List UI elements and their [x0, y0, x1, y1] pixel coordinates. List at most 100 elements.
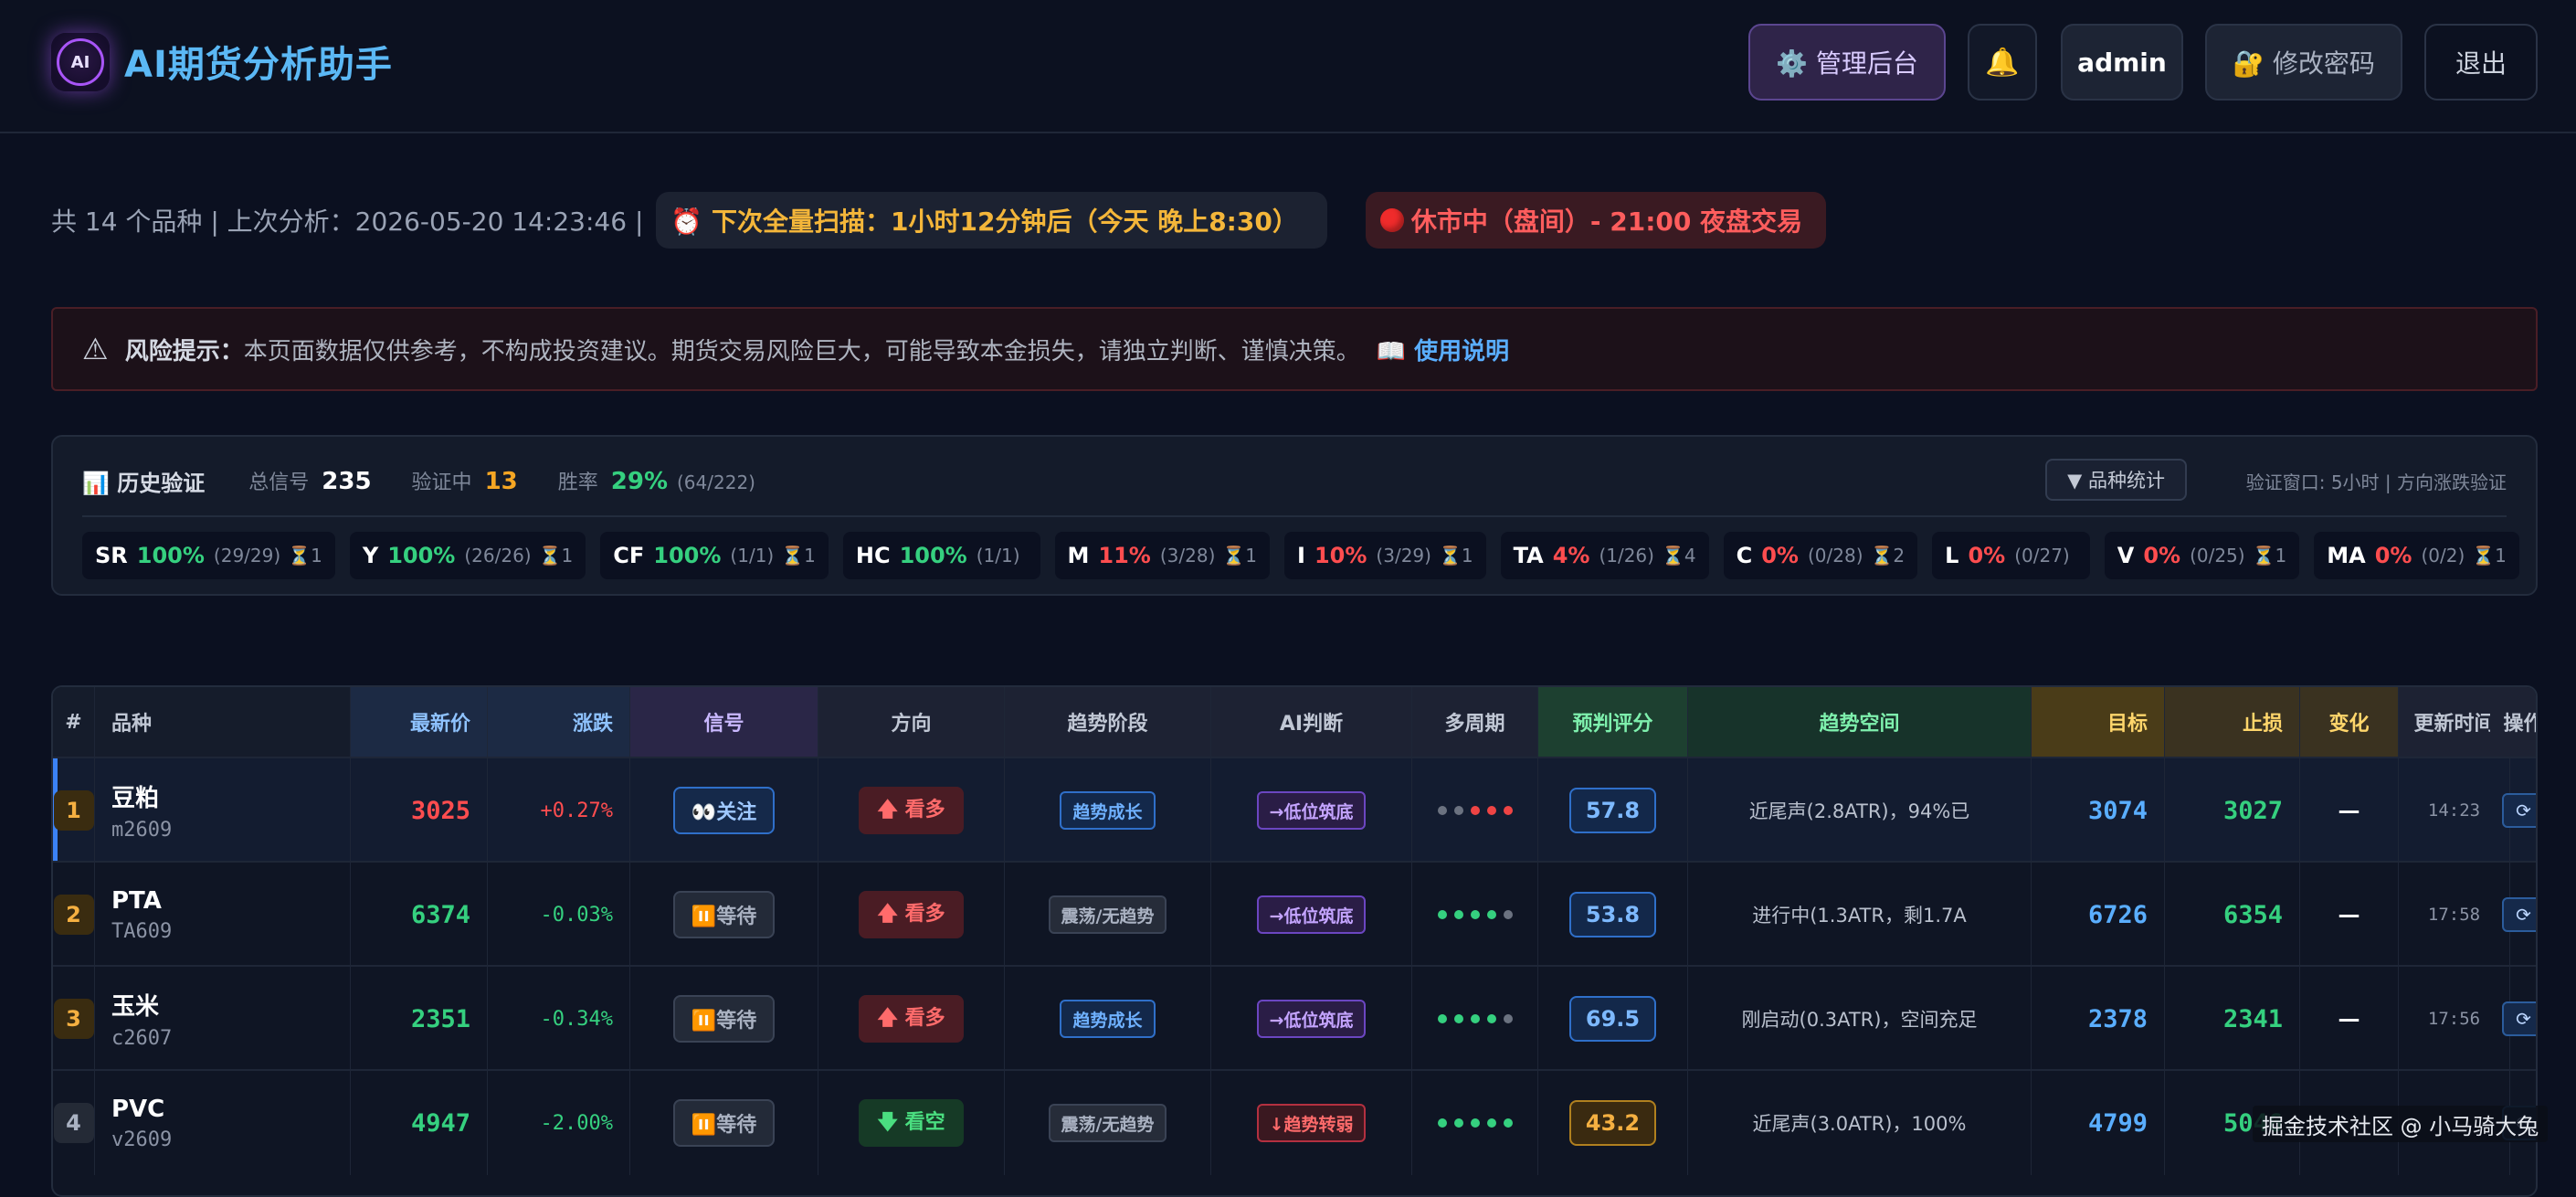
chip-code: C: [1736, 543, 1753, 568]
rank-badge: 1: [53, 790, 94, 831]
chip-fraction: (26/26): [464, 545, 532, 567]
period-dot-icon: [1503, 1118, 1513, 1128]
chip-code: TA: [1513, 543, 1544, 568]
multi-period-dots: [1434, 1118, 1516, 1128]
cell-idx: 3: [53, 967, 95, 1071]
cell-space: 近尾声(2.8ATR)，94%已: [1688, 758, 2032, 863]
stop-loss-price: 2341: [2222, 1004, 2283, 1033]
signal-badge[interactable]: ⏸️等待: [672, 995, 776, 1043]
refresh-icon[interactable]: ⟳: [2501, 793, 2536, 828]
column-header-price: 最新价: [351, 687, 488, 757]
chip-pending-count: ⏳1: [1222, 545, 1258, 567]
bell-icon[interactable]: 🔔: [1968, 24, 2037, 101]
period-dot-icon: [1470, 1014, 1480, 1023]
signal-badge[interactable]: ⏸️等待: [672, 891, 776, 938]
cell-score: 69.5: [1538, 967, 1688, 1071]
period-dot-icon: [1503, 806, 1513, 815]
logout-button[interactable]: 退出: [2424, 24, 2538, 101]
cell-space: 近尾声(3.0ATR)，100%: [1688, 1071, 2032, 1175]
cell-price: 4947: [351, 1071, 488, 1175]
chip-fraction: (1/1): [730, 545, 775, 567]
cell-signal: ⏸️等待: [630, 967, 818, 1071]
variety-chip: TA 4% (1/26) ⏳4: [1500, 532, 1709, 579]
cell-stage: 趋势成长: [1005, 758, 1211, 863]
variety-chip: V 0% (0/25) ⏳1: [2104, 532, 2300, 579]
change-indicator: —: [2338, 798, 2360, 823]
trend-stage-badge: 趋势成长: [1060, 1000, 1156, 1038]
table-row[interactable]: 4 PVC v2609 4947 -2.00% ⏸️等待 🡇 看空 震荡/无趋势 ↓趋势转弱 43…: [53, 1069, 2536, 1175]
winrate-stat: 胜率 29% (64/222): [558, 466, 755, 495]
prediction-score: 43.2: [1568, 1100, 1657, 1146]
refresh-icon[interactable]: ⟳: [2501, 897, 2536, 932]
latest-price: 2351: [410, 1004, 470, 1033]
prediction-score: 53.8: [1568, 892, 1657, 937]
variety-chip: Y 100% (26/26) ⏳1: [349, 532, 586, 579]
stop-loss-price: 6354: [2222, 900, 2283, 929]
user-button[interactable]: admin: [2061, 24, 2183, 101]
divider: [82, 515, 2507, 517]
cell-direction: 🡅 看多: [818, 967, 1005, 1071]
variety-chip: SR 100% (29/29) ⏳1: [82, 532, 335, 579]
table-row[interactable]: 2 PTA TA609 6374 -0.03% ⏸️等待 🡅 看多 震荡/无趋势 →低位筑底 53…: [53, 861, 2536, 967]
cell-score: 57.8: [1538, 758, 1688, 863]
trend-space-text: 近尾声(3.0ATR)，100%: [1752, 1113, 1967, 1135]
winrate-label: 胜率: [557, 471, 598, 494]
cell-action: ⟳: [2490, 863, 2536, 967]
change-password-button[interactable]: 🔐 修改密码: [2205, 24, 2402, 101]
target-price: 6726: [2087, 900, 2148, 929]
variety-chip: M 11% (3/28) ⏳1: [1054, 532, 1271, 579]
risk-warning-banner: ⚠ 风险提示： 本页面数据仅供参考，不构成投资建议。期货交易风险巨大，可能导致本…: [51, 307, 2538, 391]
chip-fraction: (0/25): [2190, 545, 2245, 567]
column-header-stage: 趋势阶段: [1005, 687, 1211, 757]
cell-signal: 👀关注: [630, 758, 818, 863]
column-header-direction: 方向: [818, 687, 1005, 757]
variety-chip: C 0% (0/28) ⏳2: [1723, 532, 1918, 579]
variety-stats-toggle[interactable]: ▼ 品种统计: [2045, 459, 2187, 501]
period-dot-icon: [1453, 1014, 1463, 1023]
usage-guide-link[interactable]: 📖 使用说明: [1377, 333, 1509, 366]
chip-code: M: [1067, 543, 1090, 568]
chip-rate: 4%: [1552, 543, 1590, 568]
chip-rate: 100%: [653, 543, 722, 568]
rank-badge: 3: [53, 999, 94, 1039]
period-dot-icon: [1486, 910, 1496, 919]
column-header-ai: AI判断: [1211, 687, 1412, 757]
chip-fraction: (0/28): [1807, 545, 1863, 567]
verifying-stat: 验证中 13: [412, 466, 518, 495]
cell-price: 3025: [351, 758, 488, 863]
variety-name: 豆粕: [111, 785, 160, 812]
chip-fraction: (0/2): [2421, 545, 2465, 567]
variety-chip: L 0% (0/27): [1932, 532, 2090, 579]
cell-ai: →低位筑底: [1211, 863, 1412, 967]
signal-badge[interactable]: ⏸️等待: [672, 1099, 776, 1147]
trend-space-text: 进行中(1.3ATR，剩1.7A: [1752, 905, 1967, 927]
admin-panel-button[interactable]: ⚙️ 管理后台: [1748, 24, 1946, 101]
cell-stop: 2341: [2165, 967, 2300, 1071]
chip-pending-count: ⏳2: [1870, 545, 1906, 567]
rank-badge: 4: [53, 1103, 94, 1143]
variety-name: 玉米: [111, 993, 160, 1021]
target-price: 2378: [2087, 1004, 2148, 1033]
cell-variety: 豆粕 m2609: [95, 758, 351, 863]
trend-space-text: 刚启动(0.3ATR)，空间充足: [1741, 1009, 1978, 1031]
chip-code: I: [1297, 543, 1305, 568]
chip-rate: 0%: [2143, 543, 2181, 568]
chip-fraction: (3/28): [1159, 545, 1216, 567]
refresh-icon[interactable]: ⟳: [2501, 1001, 2536, 1036]
chip-pending-count: ⏳1: [2472, 545, 2507, 567]
chip-pending-count: ⏳1: [1438, 545, 1473, 567]
column-header-change: 涨跌: [488, 687, 630, 757]
table-row[interactable]: 1 豆粕 m2609 3025 +0.27% 👀关注 🡅 看多 趋势成长 →低位筑底 57.8 近尾…: [53, 757, 2536, 863]
chip-fraction: (1/26): [1599, 545, 1654, 567]
trend-stage-badge: 震荡/无趋势: [1048, 895, 1167, 934]
cell-action: ⟳: [2490, 967, 2536, 1071]
total-signals-label: 总信号: [248, 471, 310, 494]
chip-rate: 0%: [2374, 543, 2412, 568]
cell-idx: 4: [53, 1071, 95, 1175]
cell-multi: [1412, 1071, 1538, 1175]
period-dot-icon: [1437, 1118, 1447, 1128]
verifying-value: 13: [484, 468, 518, 495]
cell-target: 6726: [2032, 863, 2165, 967]
signal-badge[interactable]: 👀关注: [672, 787, 776, 834]
table-row[interactable]: 3 玉米 c2607 2351 -0.34% ⏸️等待 🡅 看多 趋势成长 →低位筑底 69.5 刚…: [53, 965, 2536, 1071]
